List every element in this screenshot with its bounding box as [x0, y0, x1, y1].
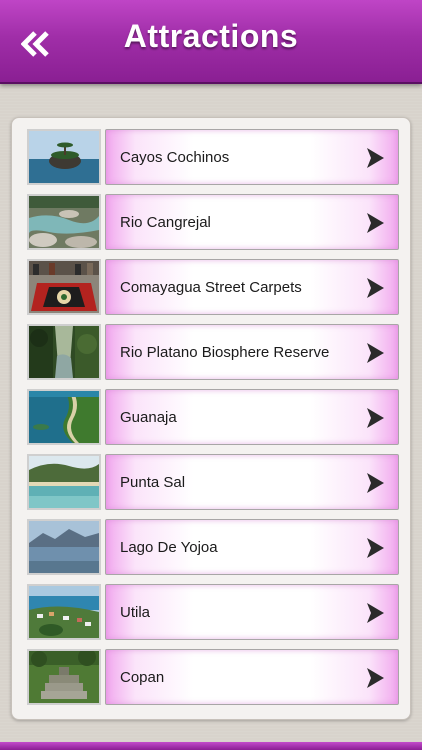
attraction-button[interactable]: Rio Cangrejal — [105, 194, 399, 250]
lake-image — [29, 521, 99, 573]
chevron-right-icon — [367, 408, 384, 428]
list-item: Lago De Yojoa — [27, 519, 399, 575]
attraction-thumbnail-island[interactable] — [27, 129, 101, 185]
attraction-button[interactable]: Lago De Yojoa — [105, 519, 399, 575]
attraction-label: Rio Platano Biosphere Reserve — [120, 344, 330, 361]
attraction-label: Copan — [120, 669, 165, 686]
beach-image — [29, 456, 99, 508]
attraction-button[interactable]: Utila — [105, 584, 399, 640]
attraction-thumbnail-ruins[interactable] — [27, 649, 101, 705]
attraction-thumbnail-lake[interactable] — [27, 519, 101, 575]
attraction-label: Guanaja — [120, 409, 177, 426]
attraction-label: Comayagua Street Carpets — [120, 279, 302, 296]
attraction-thumbnail-jungle[interactable] — [27, 324, 101, 380]
attraction-thumbnail-coast[interactable] — [27, 389, 101, 445]
attraction-thumbnail-carpet[interactable] — [27, 259, 101, 315]
list-item: Rio Platano Biosphere Reserve — [27, 324, 399, 380]
attraction-button[interactable]: Copan — [105, 649, 399, 705]
river-image — [29, 196, 99, 248]
coast-image — [29, 391, 99, 443]
chevron-right-icon — [367, 343, 384, 363]
attraction-thumbnail-town[interactable] — [27, 584, 101, 640]
list-item: Cayos Cochinos — [27, 129, 399, 185]
page-title: Attractions — [123, 18, 299, 54]
footer-bar — [0, 742, 422, 750]
chevron-right-icon — [367, 148, 384, 168]
chevron-right-icon — [367, 668, 384, 688]
chevron-right-icon — [367, 278, 384, 298]
town-image — [29, 586, 99, 638]
attraction-label: Rio Cangrejal — [120, 214, 211, 231]
street-carpet-image — [29, 261, 99, 313]
island-image — [29, 131, 99, 183]
chevron-right-icon — [367, 538, 384, 558]
attraction-label: Lago De Yojoa — [120, 539, 218, 556]
attraction-label: Utila — [120, 604, 151, 621]
attraction-button[interactable]: Punta Sal — [105, 454, 399, 510]
attraction-label: Cayos Cochinos — [120, 149, 230, 166]
attraction-thumbnail-beach[interactable] — [27, 454, 101, 510]
chevron-right-icon — [367, 213, 384, 233]
list-item: Punta Sal — [27, 454, 399, 510]
ruins-image — [29, 651, 99, 703]
attraction-button[interactable]: Rio Platano Biosphere Reserve — [105, 324, 399, 380]
attraction-button[interactable]: Cayos Cochinos — [105, 129, 399, 185]
attraction-label: Punta Sal — [120, 474, 186, 491]
jungle-image — [29, 326, 99, 378]
attraction-button[interactable]: Comayagua Street Carpets — [105, 259, 399, 315]
attractions-list: Cayos Cochinos Rio Cangrejal Comayagua S… — [11, 117, 411, 720]
list-item: Guanaja — [27, 389, 399, 445]
attraction-button[interactable]: Guanaja — [105, 389, 399, 445]
chevron-right-icon — [367, 473, 384, 493]
list-item: Copan — [27, 649, 399, 705]
chevron-right-icon — [367, 603, 384, 623]
list-item: Utila — [27, 584, 399, 640]
header-bar: Attractions — [0, 0, 422, 84]
list-item: Comayagua Street Carpets — [27, 259, 399, 315]
attraction-thumbnail-river[interactable] — [27, 194, 101, 250]
list-item: Rio Cangrejal — [27, 194, 399, 250]
